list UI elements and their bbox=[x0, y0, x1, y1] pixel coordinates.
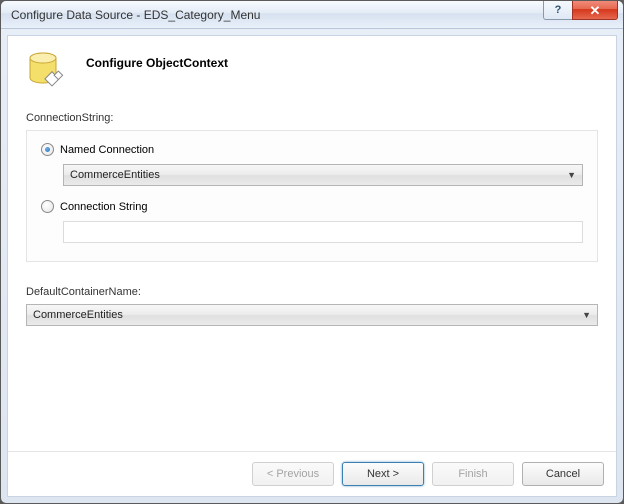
dialog-window: Configure Data Source - EDS_Category_Men… bbox=[0, 0, 624, 504]
connection-string-option[interactable]: Connection String bbox=[41, 200, 583, 213]
next-button[interactable]: Next > bbox=[342, 462, 424, 486]
finish-button: Finish bbox=[432, 462, 514, 486]
chevron-down-icon: ▼ bbox=[567, 170, 576, 180]
named-connection-option[interactable]: Named Connection bbox=[41, 143, 583, 156]
connectionstring-panel: Named Connection CommerceEntities ▼ Conn… bbox=[26, 130, 598, 262]
cancel-button-label: Cancel bbox=[546, 468, 580, 480]
finish-button-label: Finish bbox=[458, 468, 487, 480]
named-connection-label: Named Connection bbox=[60, 144, 154, 156]
window-title: Configure Data Source - EDS_Category_Men… bbox=[11, 8, 260, 22]
titlebar-buttons: ? ✕ bbox=[544, 1, 623, 20]
dialog-body: ConnectionString: Named Connection Comme… bbox=[8, 112, 616, 451]
connectionstring-label: ConnectionString: bbox=[26, 112, 598, 124]
chevron-down-icon: ▼ bbox=[582, 310, 591, 320]
radio-icon bbox=[41, 200, 54, 213]
dialog-footer: < Previous Next > Finish Cancel bbox=[8, 451, 616, 496]
close-button[interactable]: ✕ bbox=[572, 1, 618, 20]
help-button[interactable]: ? bbox=[543, 1, 573, 20]
named-connection-dropdown[interactable]: CommerceEntities ▼ bbox=[63, 164, 583, 186]
titlebar[interactable]: Configure Data Source - EDS_Category_Men… bbox=[1, 1, 623, 29]
connection-string-input[interactable] bbox=[63, 221, 583, 243]
connection-string-label: Connection String bbox=[60, 201, 147, 213]
previous-button-label: < Previous bbox=[267, 468, 319, 480]
named-connection-value: CommerceEntities bbox=[70, 169, 160, 181]
defaultcontainer-value: CommerceEntities bbox=[33, 309, 123, 321]
defaultcontainer-label: DefaultContainerName: bbox=[26, 286, 598, 298]
next-button-label: Next > bbox=[367, 468, 399, 480]
previous-button: < Previous bbox=[252, 462, 334, 486]
cancel-button[interactable]: Cancel bbox=[522, 462, 604, 486]
defaultcontainer-dropdown[interactable]: CommerceEntities ▼ bbox=[26, 304, 598, 326]
close-icon: ✕ bbox=[590, 4, 601, 17]
dialog-content: Configure ObjectContext ConnectionString… bbox=[7, 35, 617, 497]
page-title: Configure ObjectContext bbox=[86, 50, 228, 70]
database-icon bbox=[26, 50, 68, 92]
dialog-header: Configure ObjectContext bbox=[8, 36, 616, 112]
radio-icon bbox=[41, 143, 54, 156]
help-icon: ? bbox=[555, 4, 562, 16]
